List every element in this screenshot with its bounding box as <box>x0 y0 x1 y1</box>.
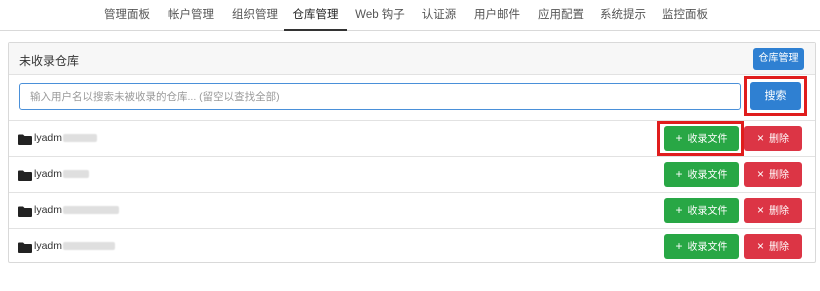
repo-row: lyadm + 收录文件 × 删除 <box>9 157 815 193</box>
repo-name: lyadm <box>34 132 98 144</box>
close-icon: × <box>756 167 764 181</box>
delete-button[interactable]: × 删除 <box>744 162 802 187</box>
tab-config[interactable]: 应用配置 <box>529 0 593 31</box>
collect-files-button[interactable]: + 收录文件 <box>664 234 739 259</box>
tab-notices[interactable]: 系统提示 <box>591 0 655 31</box>
plus-icon: + <box>675 167 683 181</box>
repo-management-button[interactable]: 仓库管理 <box>753 48 804 70</box>
repo-name: lyadm <box>34 204 120 216</box>
admin-nav: 管理面板 帐户管理 组织管理 仓库管理 Web 钩子 认证源 用户邮件 应用配置… <box>0 0 820 31</box>
collect-files-button[interactable]: + 收录文件 <box>664 126 739 151</box>
repo-row: lyadm + 收录文件 × 删除 <box>9 193 815 229</box>
folder-icon <box>18 206 32 217</box>
folder-icon <box>18 242 32 253</box>
plus-icon: + <box>675 239 683 253</box>
tab-dashboard[interactable]: 管理面板 <box>95 0 159 31</box>
repo-name: lyadm <box>34 168 90 180</box>
close-icon: × <box>756 239 764 253</box>
folder-icon <box>18 134 32 145</box>
delete-button[interactable]: × 删除 <box>744 234 802 259</box>
collect-files-button[interactable]: + 收录文件 <box>664 162 739 187</box>
tab-accounts[interactable]: 帐户管理 <box>159 0 223 31</box>
search-button[interactable]: 搜索 <box>750 82 801 110</box>
repo-row: lyadm + 收录文件 × 删除 <box>9 229 815 265</box>
tab-organizations[interactable]: 组织管理 <box>223 0 287 31</box>
repo-row: lyadm + 收录文件 × 删除 <box>9 121 815 157</box>
search-input[interactable] <box>19 83 741 110</box>
tab-repositories[interactable]: 仓库管理 <box>284 0 347 31</box>
tab-webhooks[interactable]: Web 钩子 <box>347 0 413 31</box>
collect-files-button[interactable]: + 收录文件 <box>664 198 739 223</box>
plus-icon: + <box>675 131 683 145</box>
search-button-highlight: 搜索 <box>744 76 807 116</box>
tab-emails[interactable]: 用户邮件 <box>465 0 529 31</box>
delete-button[interactable]: × 删除 <box>744 198 802 223</box>
delete-button[interactable]: × 删除 <box>744 126 802 151</box>
unadopted-repos-panel: 未收录仓库 仓库管理 搜索 lyadm +收录文件 ×删除 lyadm <box>8 42 816 263</box>
search-row: 搜索 <box>9 75 815 121</box>
repo-name: lyadm <box>34 240 116 252</box>
panel-title: 未收录仓库 <box>19 54 80 68</box>
close-icon: × <box>756 203 764 217</box>
folder-icon <box>18 170 32 181</box>
tab-auth-sources[interactable]: 认证源 <box>413 0 465 31</box>
plus-icon: + <box>675 203 683 217</box>
tab-monitor[interactable]: 监控面板 <box>653 0 717 31</box>
close-icon: × <box>756 131 764 145</box>
panel-header: 未收录仓库 仓库管理 <box>9 43 815 75</box>
